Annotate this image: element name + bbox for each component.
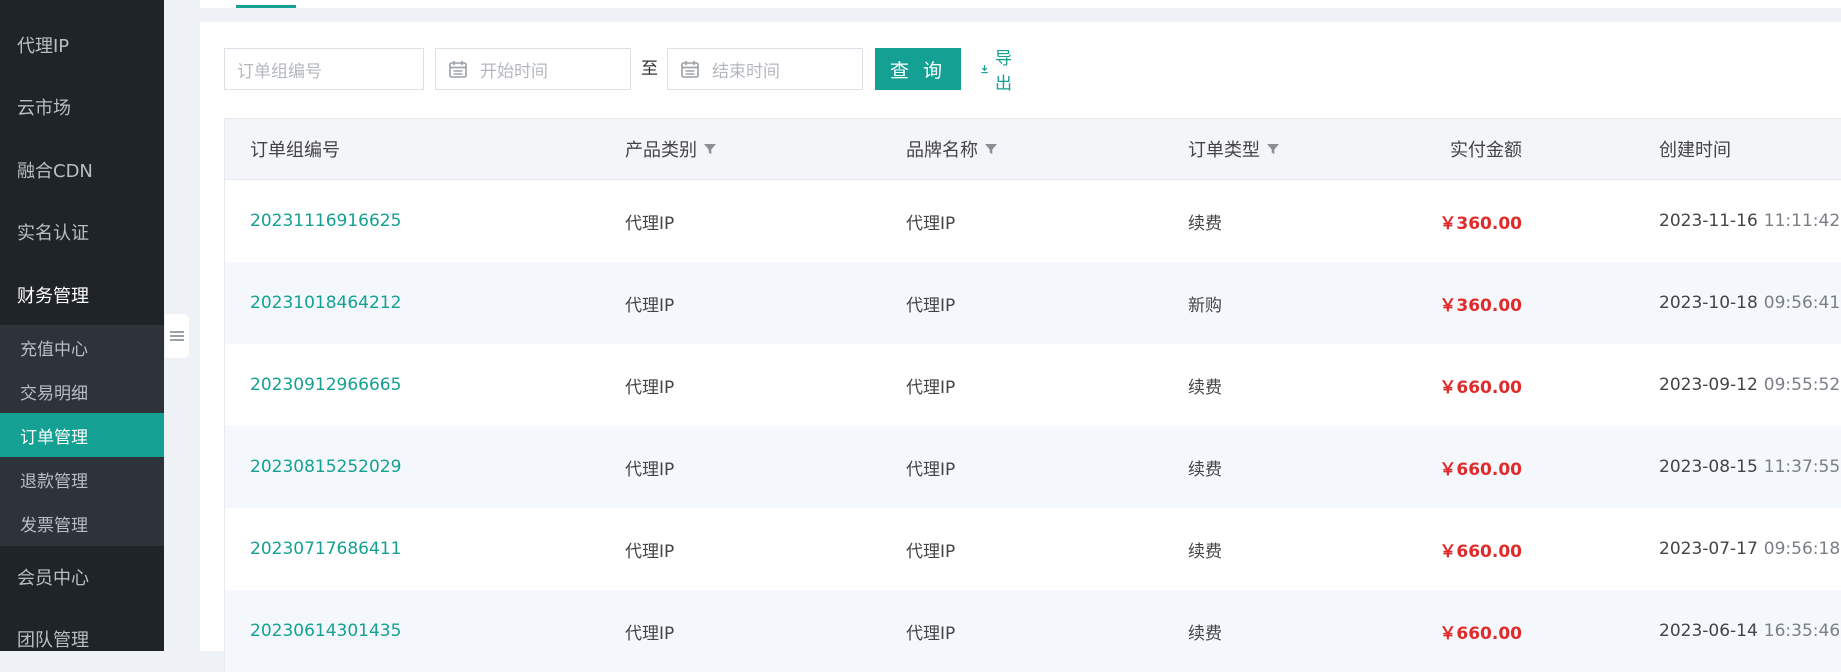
cell-brand: 代理IP	[906, 377, 956, 398]
order-id-link[interactable]: 20231116916625	[250, 211, 401, 231]
header-amount: 实付金额	[1450, 140, 1522, 161]
end-date-placeholder: 结束时间	[712, 61, 780, 82]
sidebar-subitem-refunds[interactable]: 退款管理	[0, 457, 164, 501]
filter-icon[interactable]	[703, 142, 717, 156]
sidebar: 代理IP 云市场 融合CDN 实名认证 财务管理 充值中心 交易明细 订单管理 …	[0, 0, 164, 651]
cell-order-type: 续费	[1188, 377, 1222, 398]
order-id-input[interactable]: 订单组编号	[224, 48, 424, 90]
sidebar-item-membership[interactable]: 会员中心	[0, 546, 164, 608]
header-created-time: 创建时间	[1659, 140, 1731, 161]
table-row: 20230815252029 代理IP 代理IP 续费 ￥660.00 2023…	[225, 426, 1841, 508]
cell-created-time: 2023-07-17 09:56:18	[1659, 539, 1841, 559]
cell-category: 代理IP	[625, 459, 675, 480]
sidebar-item-real-name[interactable]: 实名认证	[0, 201, 164, 263]
header-order-id: 订单组编号	[250, 140, 340, 161]
cell-order-type: 续费	[1188, 541, 1222, 562]
sidebar-subitem-orders[interactable]: 订单管理	[0, 413, 164, 457]
cell-order-type: 新购	[1188, 295, 1222, 316]
finance-submenu: 充值中心 交易明细 订单管理 退款管理 发票管理	[0, 325, 164, 546]
tab-strip	[200, 0, 1841, 8]
start-date-placeholder: 开始时间	[480, 61, 548, 82]
date-range-separator: 至	[641, 59, 658, 79]
sidebar-collapse-handle[interactable]	[165, 314, 189, 358]
header-order-type: 订单类型	[1188, 119, 1280, 179]
cell-category: 代理IP	[625, 623, 675, 644]
download-icon	[981, 65, 988, 74]
main-panel: 订单组编号 开始时间 至 结束时间 查 询 导出 订单组编号 产品类别 品牌名称…	[200, 22, 1841, 672]
sidebar-subitem-invoices[interactable]: 发票管理	[0, 501, 164, 545]
query-button[interactable]: 查 询	[875, 48, 961, 90]
sidebar-item-finance[interactable]: 财务管理	[0, 264, 164, 326]
sidebar-subitem-transactions[interactable]: 交易明细	[0, 369, 164, 413]
table-row: 20231018464212 代理IP 代理IP 新购 ￥360.00 2023…	[225, 262, 1841, 344]
order-id-link[interactable]: 20230815252029	[250, 457, 401, 477]
cell-created-time: 2023-09-12 09:55:52	[1659, 375, 1841, 395]
filter-icon[interactable]	[1266, 142, 1280, 156]
cell-brand: 代理IP	[906, 295, 956, 316]
cell-brand: 代理IP	[906, 459, 956, 480]
cell-amount: ￥360.00	[1439, 213, 1522, 234]
end-date-input[interactable]: 结束时间	[667, 48, 863, 90]
table-row: 20230614301435 代理IP 代理IP 续费 ￥660.00 2023…	[225, 590, 1841, 672]
cell-amount: ￥660.00	[1439, 377, 1522, 398]
table-row: 20230717686411 代理IP 代理IP 续费 ￥660.00 2023…	[225, 508, 1841, 590]
sidebar-item-cdn[interactable]: 融合CDN	[0, 139, 164, 201]
table-row: 20230912966665 代理IP 代理IP 续费 ￥660.00 2023…	[225, 344, 1841, 426]
cell-order-type: 续费	[1188, 213, 1222, 234]
cell-brand: 代理IP	[906, 541, 956, 562]
cell-brand: 代理IP	[906, 213, 956, 234]
cell-category: 代理IP	[625, 377, 675, 398]
cell-order-type: 续费	[1188, 623, 1222, 644]
table-row: 20231116916625 代理IP 代理IP 续费 ￥360.00 2023…	[225, 180, 1841, 262]
export-label: 导出	[995, 49, 1013, 94]
cell-created-time: 2023-08-15 11:37:55	[1659, 457, 1841, 477]
order-id-link[interactable]: 20230717686411	[250, 539, 401, 559]
calendar-icon	[681, 61, 699, 78]
calendar-icon	[449, 61, 467, 78]
cell-amount: ￥660.00	[1439, 541, 1522, 562]
cell-amount: ￥360.00	[1439, 295, 1522, 316]
collapse-icon	[170, 329, 184, 343]
header-category: 产品类别	[625, 119, 717, 179]
cell-category: 代理IP	[625, 295, 675, 316]
active-tab-indicator	[236, 5, 296, 8]
order-id-link[interactable]: 20231018464212	[250, 293, 401, 313]
order-id-placeholder: 订单组编号	[237, 61, 322, 82]
export-button[interactable]: 导出	[980, 48, 1017, 94]
order-id-link[interactable]: 20230614301435	[250, 621, 401, 641]
sidebar-item-team[interactable]: 团队管理	[0, 608, 164, 651]
orders-table: 订单组编号 产品类别 品牌名称 订单类型 实付金额 创建时间 202311169…	[224, 118, 1841, 672]
cell-category: 代理IP	[625, 541, 675, 562]
table-header: 订单组编号 产品类别 品牌名称 订单类型 实付金额 创建时间	[225, 118, 1841, 180]
cell-created-time: 2023-06-14 16:35:46	[1659, 621, 1841, 641]
start-date-input[interactable]: 开始时间	[435, 48, 631, 90]
sidebar-subitem-recharge[interactable]: 充值中心	[0, 325, 164, 369]
cell-order-type: 续费	[1188, 459, 1222, 480]
cell-created-time: 2023-10-18 09:56:41	[1659, 293, 1841, 313]
cell-amount: ￥660.00	[1439, 623, 1522, 644]
cell-category: 代理IP	[625, 213, 675, 234]
header-brand: 品牌名称	[906, 119, 998, 179]
filter-icon[interactable]	[984, 142, 998, 156]
cell-amount: ￥660.00	[1439, 459, 1522, 480]
cell-created-time: 2023-11-16 11:11:42	[1659, 211, 1841, 231]
order-id-link[interactable]: 20230912966665	[250, 375, 401, 395]
sidebar-item-cloud-market[interactable]: 云市场	[0, 76, 164, 138]
cell-brand: 代理IP	[906, 623, 956, 644]
sidebar-item-proxy-ip[interactable]: 代理IP	[0, 14, 164, 76]
